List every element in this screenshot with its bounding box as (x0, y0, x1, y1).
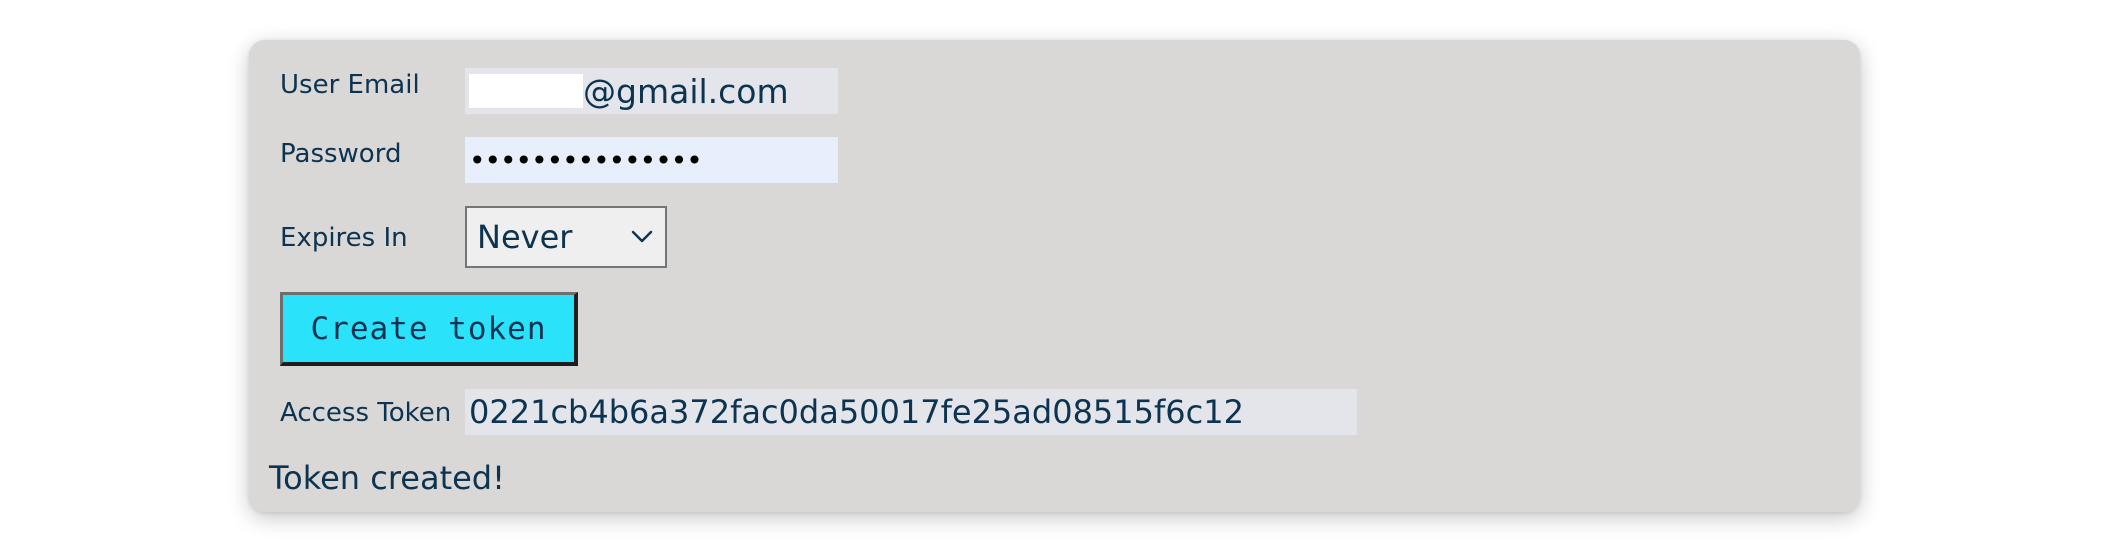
status-message: Token created! (269, 459, 505, 497)
password-label: Password (280, 139, 402, 169)
email-label: User Email (280, 70, 420, 100)
password-masked-value: ••••••••••••••• (469, 143, 703, 177)
chevron-down-icon (631, 226, 653, 248)
access-token-label: Access Token (280, 398, 452, 428)
expires-label: Expires In (280, 223, 408, 253)
token-form-card: User Email @gmail.com Password •••••••••… (249, 40, 1860, 512)
email-redaction (469, 74, 583, 108)
expires-select[interactable]: Never (465, 206, 667, 268)
access-token-value: 0221cb4b6a372fac0da50017fe25ad08515f6c12 (469, 393, 1244, 431)
expires-selected-value: Never (477, 218, 573, 256)
email-value-suffix: @gmail.com (583, 71, 789, 111)
email-field[interactable]: @gmail.com (465, 68, 838, 114)
password-field[interactable]: ••••••••••••••• (465, 137, 838, 183)
create-token-button-label: Create token (310, 310, 547, 347)
create-token-button[interactable]: Create token (280, 292, 578, 366)
access-token-field[interactable]: 0221cb4b6a372fac0da50017fe25ad08515f6c12 (465, 389, 1357, 435)
